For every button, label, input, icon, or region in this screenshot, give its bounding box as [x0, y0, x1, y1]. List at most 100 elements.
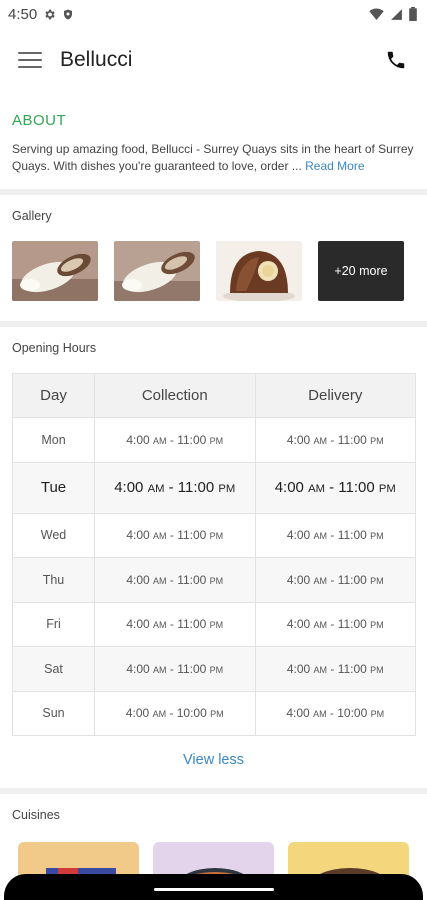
time-close: 11:00 [337, 617, 367, 632]
time-open-ampm: AM [153, 435, 167, 446]
time-close-ampm: PM [210, 709, 224, 720]
signal-icon [391, 8, 402, 20]
collection-hours-cell: 4:00 AM - 11:00 PM [94, 417, 256, 463]
table-row: Thu 4:00 AM - 11:00 PM 4:00 AM - 11:00 PM [12, 557, 416, 603]
collection-hours-cell: 4:00 AM - 11:00 PM [94, 461, 256, 514]
battery-icon [409, 7, 417, 21]
day-cell: Fri [12, 601, 95, 647]
time-close: 11:00 [177, 617, 207, 632]
time-close-ampm: PM [209, 531, 224, 542]
time-open: 4:00 [126, 617, 150, 632]
time-open: 4:00 [286, 706, 310, 721]
time-close-ampm: PM [370, 664, 384, 675]
hamburger-menu-icon[interactable] [18, 52, 42, 68]
time-open-ampm: AM [153, 575, 167, 586]
time-open: 4:00 [286, 661, 311, 676]
time-close: 11:00 [177, 432, 207, 447]
time-close-ampm: PM [370, 575, 384, 586]
time-close-ampm: PM [370, 531, 384, 542]
column-header-collection: Collection [94, 373, 256, 418]
gallery-image-chocolate-dessert[interactable] [216, 241, 302, 301]
delivery-hours-cell: 4:00 AM - 11:00 PM [254, 557, 416, 603]
time-open-ampm: AM [313, 531, 328, 542]
collection-hours-cell: 4:00 AM - 11:00 PM [94, 512, 256, 558]
delivery-hours-cell: 4:00 AM - 11:00 PM [254, 646, 416, 692]
table-header-row: Day Collection Delivery [12, 373, 416, 418]
opening-hours-title: Opening Hours [12, 341, 97, 355]
table-row: Mon 4:00 AM - 11:00 PM 4:00 AM - 11:00 PM [12, 417, 416, 463]
time-close: 10:00 [337, 706, 368, 721]
time-open-ampm: AM [147, 483, 165, 495]
delivery-hours-cell: 4:00 AM - 11:00 PM [254, 461, 416, 514]
time-close: 11:00 [337, 572, 367, 587]
time-open: 4:00 [286, 617, 311, 632]
day-cell: Tue [12, 461, 95, 514]
time-open-ampm: AM [308, 483, 325, 495]
time-close-ampm: PM [209, 620, 224, 631]
gallery-section: Gallery +20 more [0, 195, 427, 321]
time-close-ampm: PM [209, 575, 224, 586]
time-open: 4:00 [114, 479, 144, 496]
time-open: 4:00 [286, 528, 311, 543]
time-open: 4:00 [286, 572, 311, 587]
time-open-ampm: AM [152, 709, 167, 720]
table-row: Tue 4:00 AM - 11:00 PM 4:00 AM - 11:00 PM [12, 461, 416, 514]
time-close-ampm: PM [370, 709, 385, 720]
day-cell: Mon [12, 417, 95, 463]
gallery-image-cannoli-2[interactable] [114, 241, 200, 301]
time-close: 11:00 [177, 661, 207, 676]
delivery-hours-cell: 4:00 AM - 11:00 PM [254, 601, 416, 647]
time-open: 4:00 [125, 706, 150, 721]
time-open-ampm: AM [313, 664, 328, 675]
time-close: 11:00 [177, 528, 207, 543]
home-gesture-handle[interactable] [153, 887, 274, 891]
time-open: 4:00 [286, 432, 311, 447]
time-open-ampm: AM [153, 664, 167, 675]
time-open: 4:00 [274, 479, 304, 496]
phone-call-icon[interactable] [383, 47, 409, 73]
time-open-ampm: AM [153, 620, 167, 631]
app-bar: Bellucci [0, 28, 427, 92]
time-close-ampm: PM [370, 620, 384, 631]
table-row: Sun 4:00 AM - 10:00 PM 4:00 AM - 10:00 PM [12, 690, 416, 736]
about-section: ABOUT Serving up amazing food, Bellucci … [0, 92, 427, 189]
time-open-ampm: AM [153, 531, 167, 542]
time-open: 4:00 [126, 432, 150, 447]
gallery-image-cannoli-1[interactable] [12, 241, 98, 301]
time-close-ampm: PM [218, 483, 236, 495]
table-row: Sat 4:00 AM - 11:00 PM 4:00 AM - 11:00 PM [12, 646, 416, 692]
gallery-more-button[interactable]: +20 more [318, 241, 404, 301]
view-less-button[interactable]: View less [0, 736, 427, 788]
shield-icon [64, 9, 73, 19]
time-open: 4:00 [126, 572, 150, 587]
gallery-title: Gallery [12, 209, 52, 223]
time-close: 10:00 [176, 706, 207, 721]
table-row: Fri 4:00 AM - 11:00 PM 4:00 AM - 11:00 PM [12, 601, 416, 647]
opening-hours-table: Day Collection Delivery Mon 4:00 AM - 11:… [12, 373, 416, 736]
collection-hours-cell: 4:00 AM - 11:00 PM [94, 601, 256, 647]
read-more-link[interactable]: Read More [305, 159, 364, 173]
table-row: Wed 4:00 AM - 11:00 PM 4:00 AM - 11:00 PM [12, 512, 416, 558]
settings-gear-icon [45, 9, 55, 19]
wifi-icon [369, 8, 384, 20]
column-header-delivery: Delivery [254, 373, 416, 418]
delivery-hours-cell: 4:00 AM - 11:00 PM [254, 512, 416, 558]
time-close-ampm: PM [370, 435, 384, 446]
page-title: Bellucci [60, 48, 133, 71]
time-open-ampm: AM [313, 575, 328, 586]
collection-hours-cell: 4:00 AM - 11:00 PM [94, 557, 256, 603]
about-description: Serving up amazing food, Bellucci - Surr… [12, 141, 415, 175]
cuisines-title: Cuisines [12, 808, 60, 822]
day-cell: Sun [12, 690, 95, 736]
time-close-ampm: PM [378, 483, 396, 495]
time-close-ampm: PM [209, 435, 224, 446]
time-close: 11:00 [337, 661, 367, 676]
about-heading: ABOUT [12, 112, 67, 129]
time-close-ampm: PM [209, 664, 224, 675]
delivery-hours-cell: 4:00 AM - 10:00 PM [254, 690, 416, 736]
collection-hours-cell: 4:00 AM - 10:00 PM [94, 690, 256, 736]
time-close: 11:00 [337, 432, 367, 447]
time-close: 11:00 [177, 479, 215, 496]
day-cell: Thu [12, 557, 95, 603]
time-close: 11:00 [177, 572, 207, 587]
